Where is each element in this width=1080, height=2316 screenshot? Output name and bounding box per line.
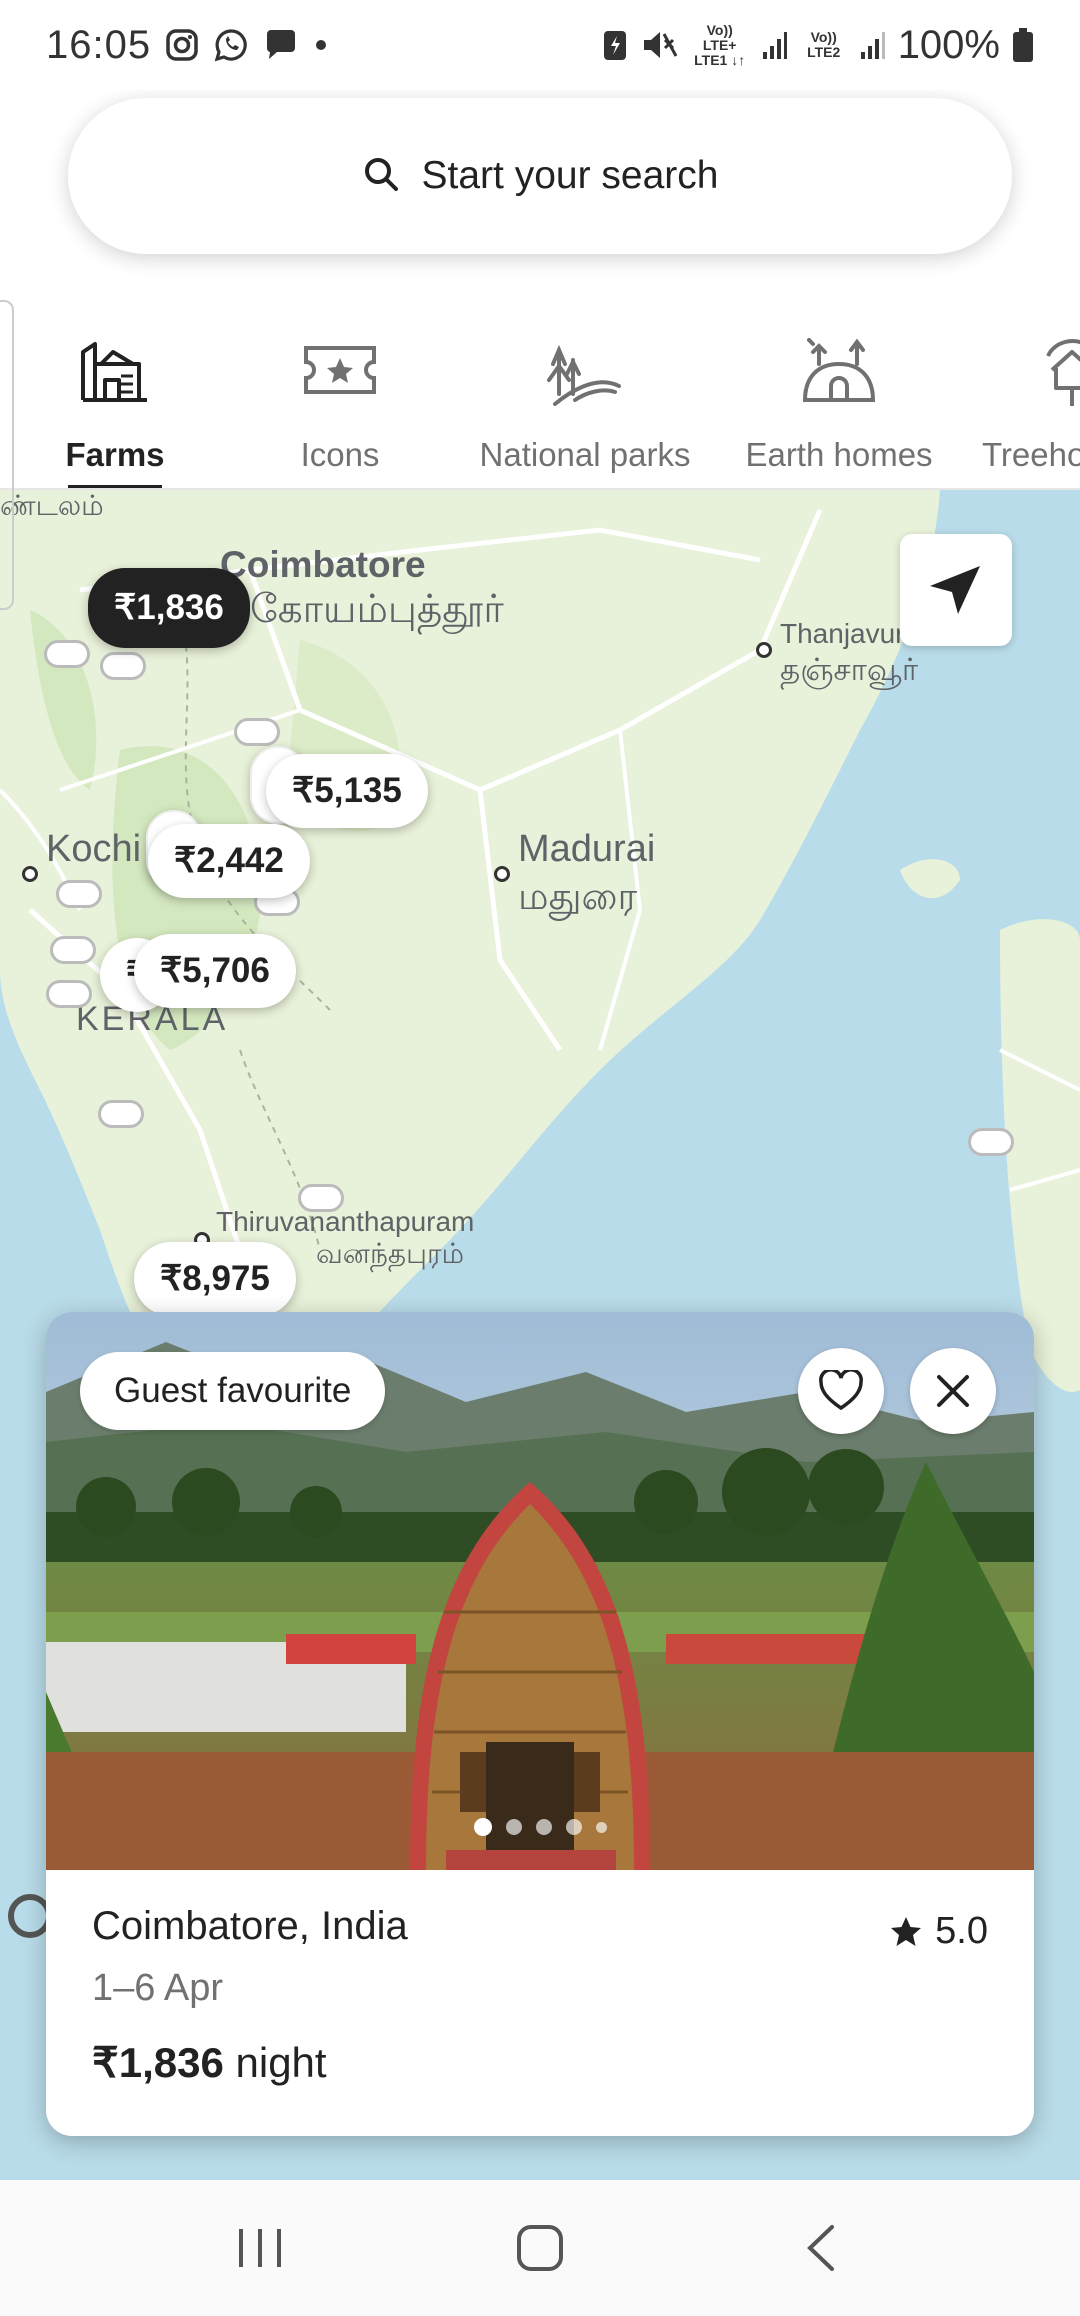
category-treehouses[interactable]: Treeho xyxy=(982,308,1080,488)
battery-icon xyxy=(1012,27,1034,63)
network-2-label: Vo)) LTE2 xyxy=(807,29,841,60)
recent-apps-button[interactable] xyxy=(200,2208,320,2288)
map-label-coimbatore-ta: கோயம்புத்தூர் xyxy=(250,588,504,631)
home-button[interactable] xyxy=(480,2208,600,2288)
active-tab-indicator xyxy=(68,485,162,488)
category-label: Farms xyxy=(65,436,165,473)
close-icon xyxy=(937,1375,969,1407)
pagination-dot xyxy=(473,1818,492,1836)
pagination-dot xyxy=(565,1819,582,1835)
price-unit: night xyxy=(235,2039,327,2086)
rating-value: 5.0 xyxy=(935,1910,988,1952)
search-label: Start your search xyxy=(421,154,719,197)
network-1-label: Vo)) LTE+ LTE1 ↓↑ xyxy=(694,21,746,68)
listing-photo[interactable]: Guest favourite xyxy=(46,1312,1034,1870)
map-marker[interactable] xyxy=(298,1184,344,1212)
pagination-dot xyxy=(595,1821,607,1833)
notification-dot-icon xyxy=(313,37,329,53)
category-earth-homes[interactable]: Earth homes xyxy=(740,308,938,488)
status-time: 16:05 xyxy=(46,22,152,67)
city-dot-madurai xyxy=(494,866,510,882)
map-marker[interactable] xyxy=(46,980,92,1008)
map-marker[interactable] xyxy=(100,652,146,680)
search-icon xyxy=(362,155,400,198)
price-pin[interactable]: ₹2,442 xyxy=(148,824,310,898)
close-card-button[interactable] xyxy=(910,1348,996,1434)
map-label-thanjavur: Thanjavur xyxy=(780,618,905,649)
listing-card[interactable]: Guest favourite Coimbatore, India 5.0 1–… xyxy=(46,1312,1034,2136)
map-label-thanjavur-ta: தஞ்சாவூர் xyxy=(780,652,919,687)
my-location-button[interactable] xyxy=(900,534,1012,646)
map-marker[interactable] xyxy=(968,1128,1014,1156)
battery-percent: 100% xyxy=(897,22,1000,67)
pagination-dot xyxy=(505,1819,522,1835)
search-bar[interactable]: Start your search xyxy=(68,98,1012,254)
status-bar: 16:05 Vo)) LTE+ LTE1 ↓↑ Vo)) LTE2 100% xyxy=(0,0,1080,90)
drawer-handle[interactable] xyxy=(0,300,14,610)
signal-2-icon xyxy=(860,30,886,60)
chat-bubble-icon xyxy=(263,28,299,62)
guest-favourite-badge: Guest favourite xyxy=(80,1352,386,1430)
category-label: Treeho xyxy=(982,436,1080,473)
listing-price: ₹1,836 night xyxy=(92,2038,988,2087)
price-pin[interactable]: ₹5,135 xyxy=(266,754,428,828)
category-label: Icons xyxy=(300,436,380,473)
system-nav-bar xyxy=(0,2180,1080,2316)
category-label: National parks xyxy=(479,436,691,473)
map-label-thiruvananthapuram-ta: வனந்தபுரம் xyxy=(316,1238,464,1269)
recent-apps-icon xyxy=(239,2229,281,2267)
back-icon xyxy=(807,2225,834,2271)
map-label-coimbatore: Coimbatore xyxy=(220,544,426,585)
listing-rating: 5.0 xyxy=(889,1910,988,1953)
listing-info: Coimbatore, India 5.0 1–6 Apr ₹1,836 nig… xyxy=(46,1870,1034,2136)
map-marker[interactable] xyxy=(98,1100,144,1128)
photo-pagination xyxy=(46,1818,1034,1836)
earth-home-icon xyxy=(802,338,876,402)
back-button[interactable] xyxy=(760,2208,880,2288)
ticket-star-icon xyxy=(304,346,376,394)
favourite-button[interactable] xyxy=(798,1348,884,1434)
whatsapp-icon xyxy=(213,27,249,63)
category-farms[interactable]: Farms xyxy=(65,308,165,488)
national-park-icon xyxy=(547,344,621,406)
pagination-dot xyxy=(535,1819,552,1835)
navigation-arrow-icon xyxy=(930,566,980,614)
map-label-madurai-ta: மதுரை xyxy=(518,876,638,918)
farm-icon xyxy=(81,342,147,402)
instagram-icon xyxy=(165,28,199,62)
listing-dates: 1–6 Apr xyxy=(92,1967,223,2009)
treehouse-icon xyxy=(1046,339,1080,406)
map-marker[interactable] xyxy=(234,718,280,746)
map-marker[interactable] xyxy=(44,640,90,668)
city-dot-thanjavur xyxy=(756,642,772,658)
price-pin-selected[interactable]: ₹1,836 xyxy=(88,568,250,648)
map-label-madurai: Madurai xyxy=(518,828,656,870)
price-pin[interactable]: ₹8,975 xyxy=(134,1242,296,1316)
category-bar: Farms Icons National parks Earth homes T… xyxy=(0,290,1080,490)
star-icon xyxy=(891,1916,922,1946)
map-marker[interactable] xyxy=(50,936,96,964)
category-icons[interactable]: Icons xyxy=(280,308,400,488)
price-pin[interactable]: ₹5,706 xyxy=(134,934,296,1008)
map-label-thiruvananthapuram: Thiruvananthapuram xyxy=(216,1206,475,1237)
listing-title: Coimbatore, India xyxy=(92,1904,408,1948)
map-label-fragment: ண்டலம் xyxy=(0,490,104,521)
home-icon xyxy=(517,2225,563,2271)
map-marker[interactable] xyxy=(56,880,102,908)
category-national-parks[interactable]: National parks xyxy=(472,308,698,488)
price-amount: ₹1,836 xyxy=(92,2039,224,2086)
city-dot-kochi xyxy=(22,866,38,882)
search-header: Start your search xyxy=(0,90,1080,290)
battery-saver-icon xyxy=(602,28,628,62)
signal-1-icon xyxy=(762,30,788,60)
heart-icon xyxy=(819,1370,863,1411)
map-label-kochi: Kochi xyxy=(46,828,142,870)
category-label: Earth homes xyxy=(745,436,933,473)
mute-icon xyxy=(640,28,678,62)
